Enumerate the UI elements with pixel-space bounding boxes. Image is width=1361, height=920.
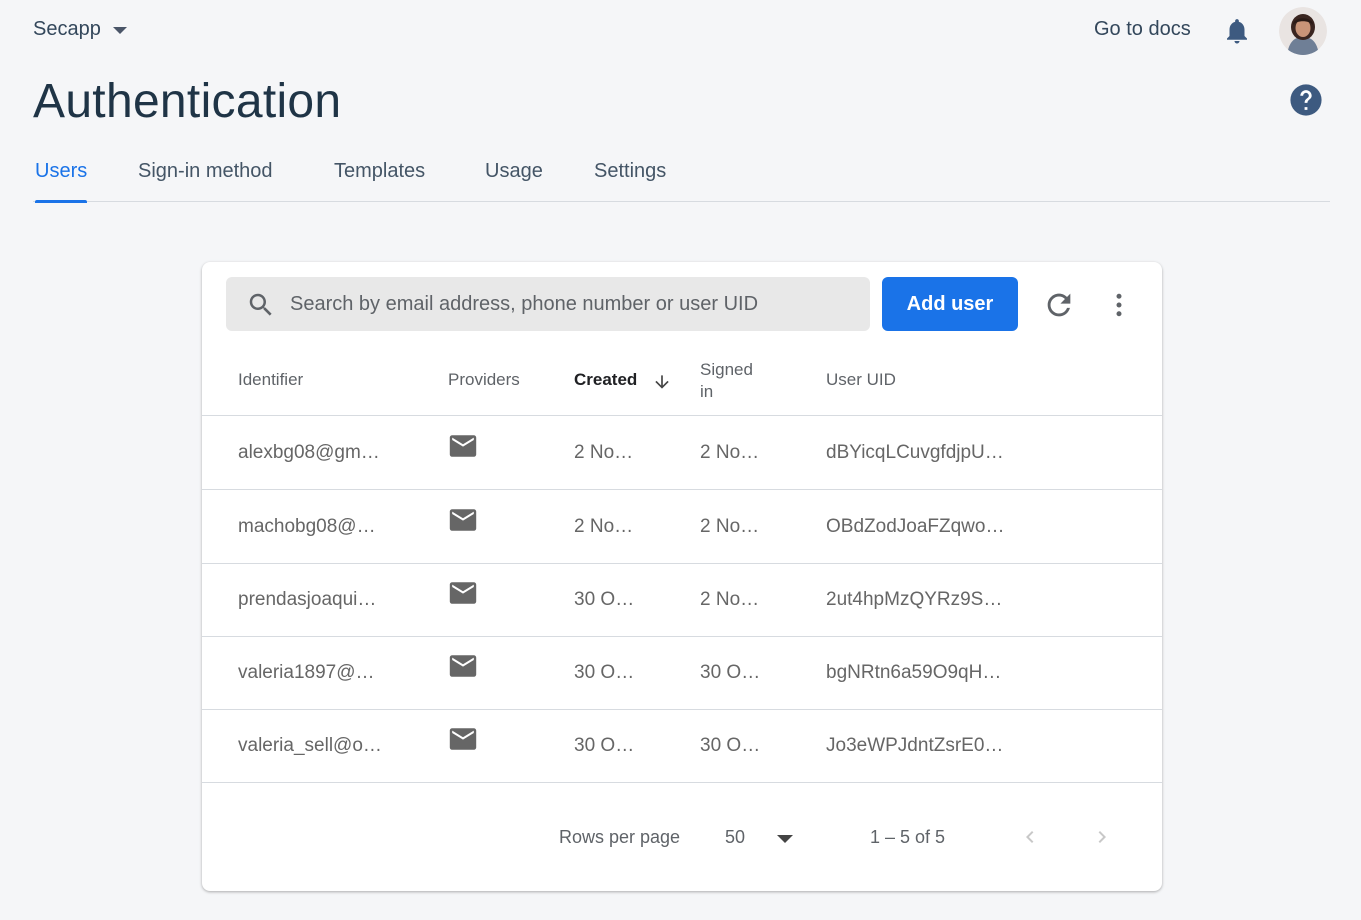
- project-selector[interactable]: Secapp: [33, 18, 127, 41]
- previous-page-icon[interactable]: [1018, 822, 1042, 852]
- row-identifier: machobg08@…: [238, 516, 376, 537]
- column-header-signed-in[interactable]: Signed in: [700, 359, 753, 403]
- row-signed-in: 2 No…: [700, 442, 760, 463]
- email-provider-icon: [449, 655, 477, 677]
- tab-settings[interactable]: Settings: [594, 160, 666, 202]
- help-icon[interactable]: [1289, 83, 1323, 117]
- tab-templates[interactable]: Templates: [334, 160, 425, 202]
- project-name: Secapp: [33, 18, 101, 40]
- table-row[interactable]: valeria_sell@o… 30 O… 30 O… Jo3eWPJdntZs…: [202, 709, 1162, 783]
- row-identifier: prendasjoaqui…: [238, 589, 377, 610]
- row-signed-in: 30 O…: [700, 662, 761, 683]
- column-header-providers: Providers: [448, 370, 520, 389]
- row-created: 30 O…: [574, 735, 635, 756]
- rows-per-page-label: Rows per page: [559, 827, 681, 847]
- search-input[interactable]: [290, 277, 860, 331]
- row-user-uid: 2ut4hpMzQYRz9S…: [826, 589, 1003, 610]
- tab-bar: Users Sign-in method Templates Usage Set…: [33, 158, 1330, 203]
- column-header-user-uid: User UID: [826, 370, 896, 389]
- notifications-bell-icon[interactable]: [1222, 15, 1252, 47]
- row-user-uid: dBYicqLCuvgfdjpU…: [826, 442, 1004, 463]
- top-bar: Secapp Go to docs: [0, 0, 1361, 62]
- tab-sign-in-method[interactable]: Sign-in method: [138, 160, 273, 202]
- page-title: Authentication: [33, 75, 342, 128]
- row-identifier: alexbg08@gm…: [238, 442, 380, 463]
- row-created: 2 No…: [574, 442, 634, 463]
- row-created: 30 O…: [574, 589, 635, 610]
- row-identifier: valeria_sell@o…: [238, 735, 382, 756]
- row-created: 30 O…: [574, 662, 635, 683]
- avatar-image: [1279, 7, 1327, 55]
- row-user-uid: bgNRtn6a59O9qH…: [826, 662, 1002, 683]
- users-card: Add user Identifier Providers Created Si…: [202, 262, 1162, 891]
- chevron-down-icon: [112, 27, 127, 34]
- tab-users[interactable]: Users: [35, 160, 88, 203]
- row-identifier: valeria1897@…: [238, 662, 375, 683]
- row-signed-in: 2 No…: [700, 516, 760, 537]
- next-page-icon[interactable]: [1090, 822, 1114, 852]
- chevron-down-icon[interactable]: [777, 835, 793, 843]
- column-header-created[interactable]: Created: [574, 370, 637, 390]
- go-to-docs-link[interactable]: Go to docs: [1094, 18, 1191, 41]
- pagination-footer: Rows per page 50 1 – 5 of 5: [202, 782, 1162, 890]
- table-row[interactable]: prendasjoaqui… 30 O… 2 No… 2ut4hpMzQYRz9…: [202, 563, 1162, 637]
- table-row[interactable]: alexbg08@gm… 2 No… 2 No… dBYicqLCuvgfdjp…: [202, 416, 1162, 490]
- row-user-uid: OBdZodJoaFZqwo…: [826, 516, 1005, 537]
- table-row[interactable]: valeria1897@… 30 O… 30 O… bgNRtn6a59O9qH…: [202, 636, 1162, 710]
- pagination-range: 1 – 5 of 5: [870, 827, 946, 847]
- email-provider-icon: [449, 509, 477, 531]
- table-header: Identifier Providers Created Signed in U…: [202, 346, 1162, 416]
- more-options-icon[interactable]: [1104, 288, 1134, 322]
- column-header-identifier[interactable]: Identifier: [238, 370, 303, 390]
- user-avatar[interactable]: [1279, 7, 1327, 55]
- search-bar: [226, 277, 870, 331]
- row-signed-in: 30 O…: [700, 735, 761, 756]
- rows-per-page-value: 50: [725, 827, 746, 847]
- table-row[interactable]: machobg08@… 2 No… 2 No… OBdZodJoaFZqwo…: [202, 490, 1162, 564]
- row-signed-in: 2 No…: [700, 589, 760, 610]
- search-icon: [249, 293, 272, 316]
- add-user-button[interactable]: Add user: [882, 277, 1018, 331]
- email-provider-icon: [449, 582, 477, 604]
- row-created: 2 No…: [574, 516, 634, 537]
- email-provider-icon: [449, 435, 477, 457]
- row-user-uid: Jo3eWPJdntZsrE0…: [826, 735, 1004, 756]
- refresh-icon[interactable]: [1042, 288, 1076, 322]
- sort-descending-icon[interactable]: [652, 370, 672, 394]
- tab-usage[interactable]: Usage: [485, 160, 543, 202]
- email-provider-icon: [449, 728, 477, 750]
